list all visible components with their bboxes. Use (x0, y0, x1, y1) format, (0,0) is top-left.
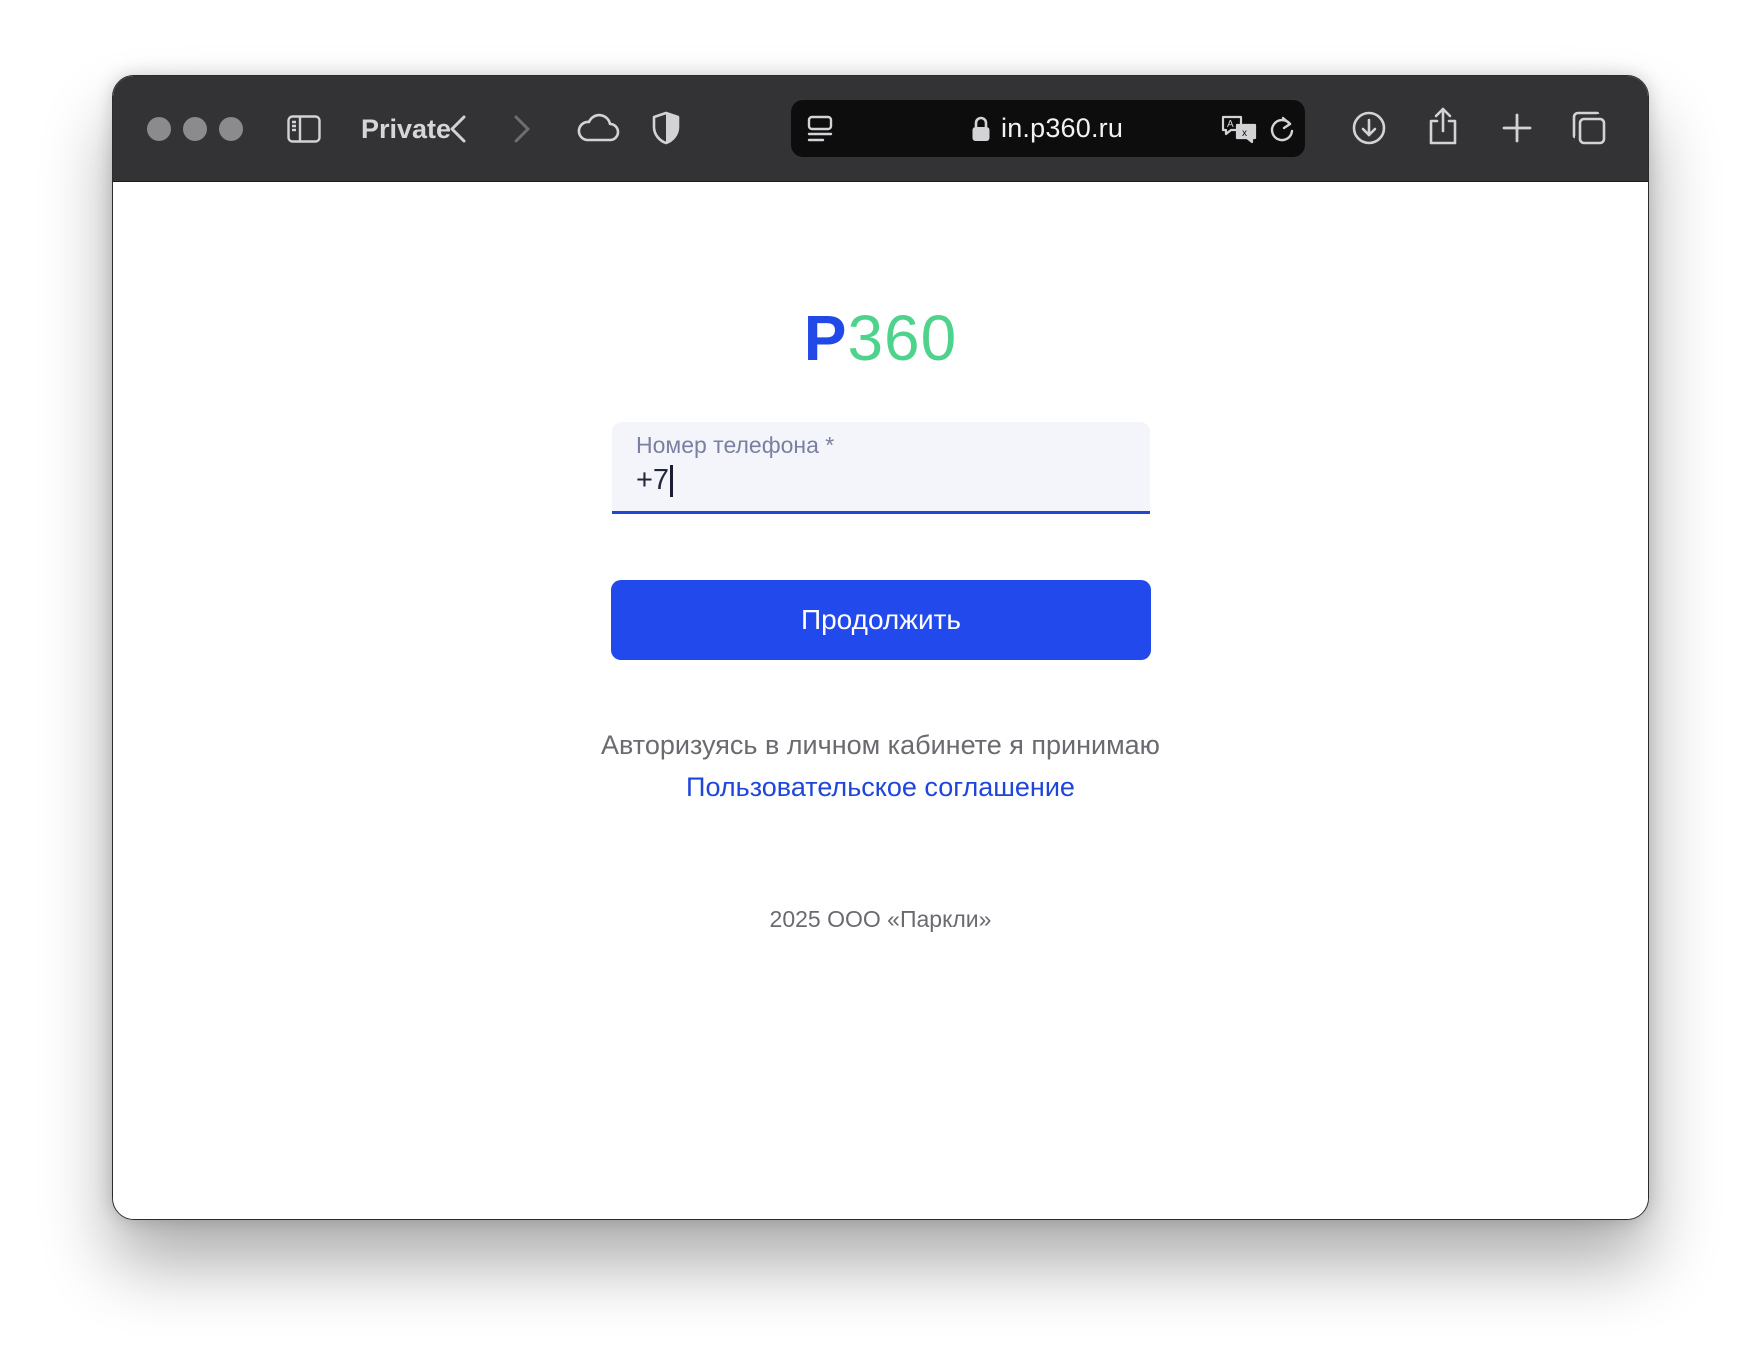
address-bar[interactable]: in.p360.ru A x (791, 100, 1305, 157)
tabs-overview-icon[interactable] (1569, 108, 1609, 148)
svg-text:A: A (1227, 119, 1234, 130)
zoom-window-button[interactable] (219, 117, 243, 141)
browser-window: Private in.p360.ru A x P360 Номер телефо… (112, 75, 1649, 1220)
user-agreement-link[interactable]: Пользовательское соглашение (686, 772, 1075, 802)
sidebar-icon[interactable] (285, 110, 323, 148)
cloud-icon[interactable] (575, 108, 621, 148)
lock-icon (971, 116, 991, 142)
footer-copyright: 2025 ООО «Паркли» (769, 906, 992, 932)
continue-button[interactable]: Продолжить (611, 580, 1151, 660)
close-window-button[interactable] (147, 117, 171, 141)
p360-logo: P360 (113, 302, 1648, 374)
logo-letter: P (803, 302, 848, 374)
download-icon[interactable] (1349, 108, 1389, 148)
private-mode-label: Private (361, 114, 452, 144)
phone-field-label: Номер телефона * (636, 432, 835, 458)
browser-toolbar: Private in.p360.ru A x (113, 76, 1648, 182)
share-icon[interactable] (1423, 104, 1463, 148)
page-content: P360 Номер телефона * +7 Продолжить Авто… (113, 182, 1648, 1219)
back-arrow-icon[interactable] (443, 110, 473, 148)
text-caret (670, 464, 674, 497)
translate-icon[interactable]: A x (1219, 111, 1259, 147)
agreement-link-wrap: Пользовательское соглашение (113, 772, 1648, 803)
svg-text:x: x (1242, 128, 1247, 139)
phone-field[interactable]: Номер телефона * +7 (612, 422, 1150, 514)
reload-icon[interactable] (1265, 112, 1299, 146)
reader-icon[interactable] (803, 112, 837, 146)
url-text: in.p360.ru (1001, 113, 1124, 143)
logo-number: 360 (847, 302, 958, 374)
forward-arrow-icon[interactable] (507, 110, 537, 148)
phone-input-value: +7 (636, 464, 670, 496)
agreement-text: Авторизуясь в личном кабинете я принимаю (601, 730, 1160, 760)
new-tab-icon[interactable] (1497, 108, 1537, 148)
phone-input[interactable]: +7 (636, 464, 674, 497)
shield-icon[interactable] (649, 108, 683, 148)
minimize-window-button[interactable] (183, 117, 207, 141)
